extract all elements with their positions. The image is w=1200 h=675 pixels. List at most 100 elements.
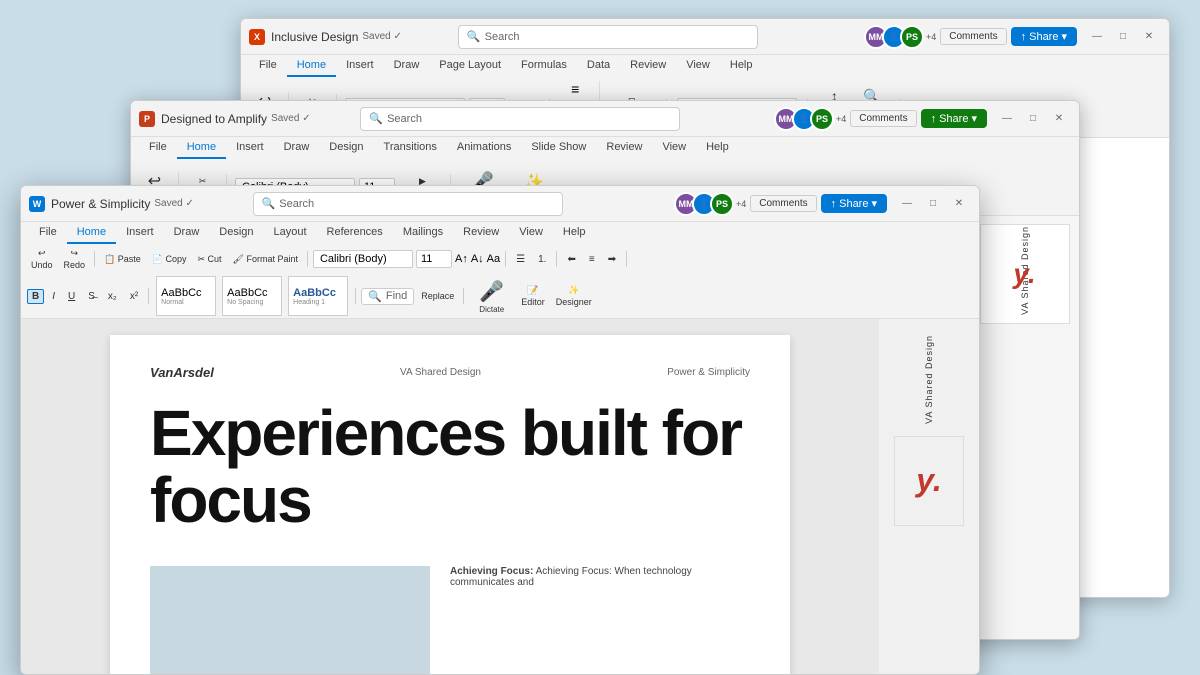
close-button-inclusive[interactable]: ✕ — [1137, 28, 1161, 46]
tab-file-inclusive[interactable]: File — [249, 55, 287, 77]
subscript-power[interactable]: x₂ — [103, 289, 122, 304]
font-size-power[interactable]: 11 — [416, 250, 452, 268]
tab-draw-power[interactable]: Draw — [164, 222, 210, 244]
tab-mailings-power[interactable]: Mailings — [393, 222, 453, 244]
share-button-inclusive[interactable]: ↑ Share ▾ — [1011, 27, 1077, 46]
tab-draw-amplify[interactable]: Draw — [274, 137, 320, 159]
tab-home-inclusive[interactable]: Home — [287, 55, 336, 77]
tab-view-inclusive[interactable]: View — [676, 55, 720, 77]
replace-button-power[interactable]: Replace — [417, 289, 458, 303]
search-box-amplify[interactable]: 🔍 Search — [360, 107, 680, 131]
tab-file-amplify[interactable]: File — [139, 137, 177, 159]
tab-pagelayout-inclusive[interactable]: Page Layout — [429, 55, 511, 77]
tab-insert-amplify[interactable]: Insert — [226, 137, 274, 159]
share-chevron-amplify: ▾ — [971, 112, 977, 125]
tab-design-power[interactable]: Design — [209, 222, 263, 244]
red-logo-power: y. — [916, 468, 942, 494]
align-left-power[interactable]: ⬅ — [562, 252, 580, 267]
superscript-power[interactable]: x² — [125, 289, 143, 304]
tab-view-power[interactable]: View — [509, 222, 553, 244]
maximize-button-inclusive[interactable]: □ — [1111, 28, 1135, 46]
tab-animations-amplify[interactable]: Animations — [447, 137, 521, 159]
window-title-inclusive: Inclusive Design Saved ✓ — [271, 30, 402, 44]
tab-transitions-amplify[interactable]: Transitions — [374, 137, 447, 159]
tab-view-amplify[interactable]: View — [652, 137, 696, 159]
titlebar-actions-amplify: MM 👤 PS +4 Comments ↑ Share ▾ — □ ✕ — [774, 107, 1071, 131]
find-bar-power[interactable]: 🔍 Find — [361, 288, 414, 305]
tab-data-inclusive[interactable]: Data — [577, 55, 620, 77]
search-box-power[interactable]: 🔍 Search — [253, 192, 563, 216]
maximize-button-power[interactable]: □ — [921, 195, 945, 213]
tab-home-amplify[interactable]: Home — [177, 137, 226, 159]
tab-slideshow-amplify[interactable]: Slide Show — [521, 137, 596, 159]
tab-design-amplify[interactable]: Design — [319, 137, 373, 159]
style-heading1-power[interactable]: AaBbCc Heading 1 — [288, 276, 348, 316]
sep2-power — [307, 251, 308, 267]
style-no-spacing-power[interactable]: AaBbCc No Spacing — [222, 276, 282, 316]
close-button-power[interactable]: ✕ — [947, 195, 971, 213]
dictate-button-power[interactable]: 🎤 Dictate — [475, 277, 508, 316]
dictate-group-power: 🎤 Dictate — [469, 277, 514, 316]
tab-insert-power[interactable]: Insert — [116, 222, 164, 244]
window-power-simplicity[interactable]: W Power & Simplicity Saved ✓ 🔍 Search MM… — [20, 185, 980, 675]
redo-button-power[interactable]: ↪ Redo — [60, 246, 90, 272]
font-size-down-power[interactable]: A↓ — [471, 253, 484, 265]
avatar-group-power: MM 👤 PS +4 — [674, 192, 746, 216]
cut-button-power[interactable]: ✂ Cut — [193, 252, 225, 267]
avatar-count-inclusive: +4 — [926, 32, 936, 42]
comments-button-power[interactable]: Comments — [750, 195, 816, 212]
editor-button-power[interactable]: 📝 Editor — [517, 283, 549, 309]
strikethrough-power[interactable]: S̶ — [83, 289, 100, 304]
style-normal-power[interactable]: AaBbCc Normal — [156, 276, 216, 316]
tab-insert-inclusive[interactable]: Insert — [336, 55, 384, 77]
minimize-button-power[interactable]: — — [895, 195, 919, 213]
comments-button-inclusive[interactable]: Comments — [940, 28, 1006, 45]
amplify-right-panel: VA Shared Design y. — [969, 216, 1079, 640]
underline-power[interactable]: U — [63, 289, 80, 304]
tab-home-power[interactable]: Home — [67, 222, 116, 244]
font-size-up-power[interactable]: A↑ — [455, 253, 468, 265]
bullet-list-power[interactable]: ☰ — [511, 252, 530, 267]
search-box-inclusive[interactable]: 🔍 Search — [458, 25, 758, 49]
tab-file-power[interactable]: File — [29, 222, 67, 244]
sep1-power — [94, 251, 95, 267]
font-dropdown-power[interactable]: Calibri (Body) — [313, 250, 413, 268]
styles-group-power: AaBbCc Normal AaBbCc No Spacing AaBbCc H… — [154, 276, 350, 316]
tab-help-amplify[interactable]: Help — [696, 137, 739, 159]
copy-button-power[interactable]: 📄 Copy — [148, 252, 191, 267]
tab-help-inclusive[interactable]: Help — [720, 55, 763, 77]
tab-layout-power[interactable]: Layout — [264, 222, 317, 244]
comments-button-amplify[interactable]: Comments — [850, 110, 916, 127]
bold-power[interactable]: B — [27, 289, 44, 304]
doc-brand-power: Power & Simplicity — [667, 367, 750, 378]
search-icon-power: 🔍 — [262, 197, 276, 210]
ribbon-power: File Home Insert Draw Design Layout Refe… — [21, 222, 979, 319]
tab-review-inclusive[interactable]: Review — [620, 55, 676, 77]
minimize-button-inclusive[interactable]: — — [1085, 28, 1109, 46]
minimize-button-amplify[interactable]: — — [995, 110, 1019, 128]
align-center-power[interactable]: ≡ — [584, 252, 600, 267]
share-button-amplify[interactable]: ↑ Share ▾ — [921, 109, 987, 128]
align-right-power[interactable]: ➡ — [603, 252, 621, 267]
tab-formulas-inclusive[interactable]: Formulas — [511, 55, 577, 77]
change-case-power[interactable]: Aa — [487, 253, 500, 265]
tab-review-amplify[interactable]: Review — [596, 137, 652, 159]
tab-help-power[interactable]: Help — [553, 222, 596, 244]
tab-draw-inclusive[interactable]: Draw — [384, 55, 430, 77]
tab-review-power[interactable]: Review — [453, 222, 509, 244]
undo-button-power[interactable]: ↩ Undo — [27, 246, 57, 272]
share-icon-power: ↑ — [831, 198, 837, 210]
designer-button-power[interactable]: ✨ Designer — [552, 283, 596, 309]
sep8-power — [463, 288, 464, 304]
maximize-button-amplify[interactable]: □ — [1021, 110, 1045, 128]
tab-references-power[interactable]: References — [317, 222, 393, 244]
italic-power[interactable]: I — [47, 289, 60, 304]
share-button-power[interactable]: ↑ Share ▾ — [821, 194, 887, 213]
saved-status-inclusive: Saved ✓ — [362, 31, 402, 42]
format-paint-power[interactable]: 🖌 Format Paint — [229, 252, 302, 267]
close-button-amplify[interactable]: ✕ — [1047, 110, 1071, 128]
align-left-inclusive[interactable]: ≡ — [571, 81, 579, 97]
avatar-ps: PS — [900, 25, 924, 49]
numbered-list-power[interactable]: 1. — [533, 252, 551, 267]
paste-button-power[interactable]: 📋 Paste — [100, 252, 145, 267]
